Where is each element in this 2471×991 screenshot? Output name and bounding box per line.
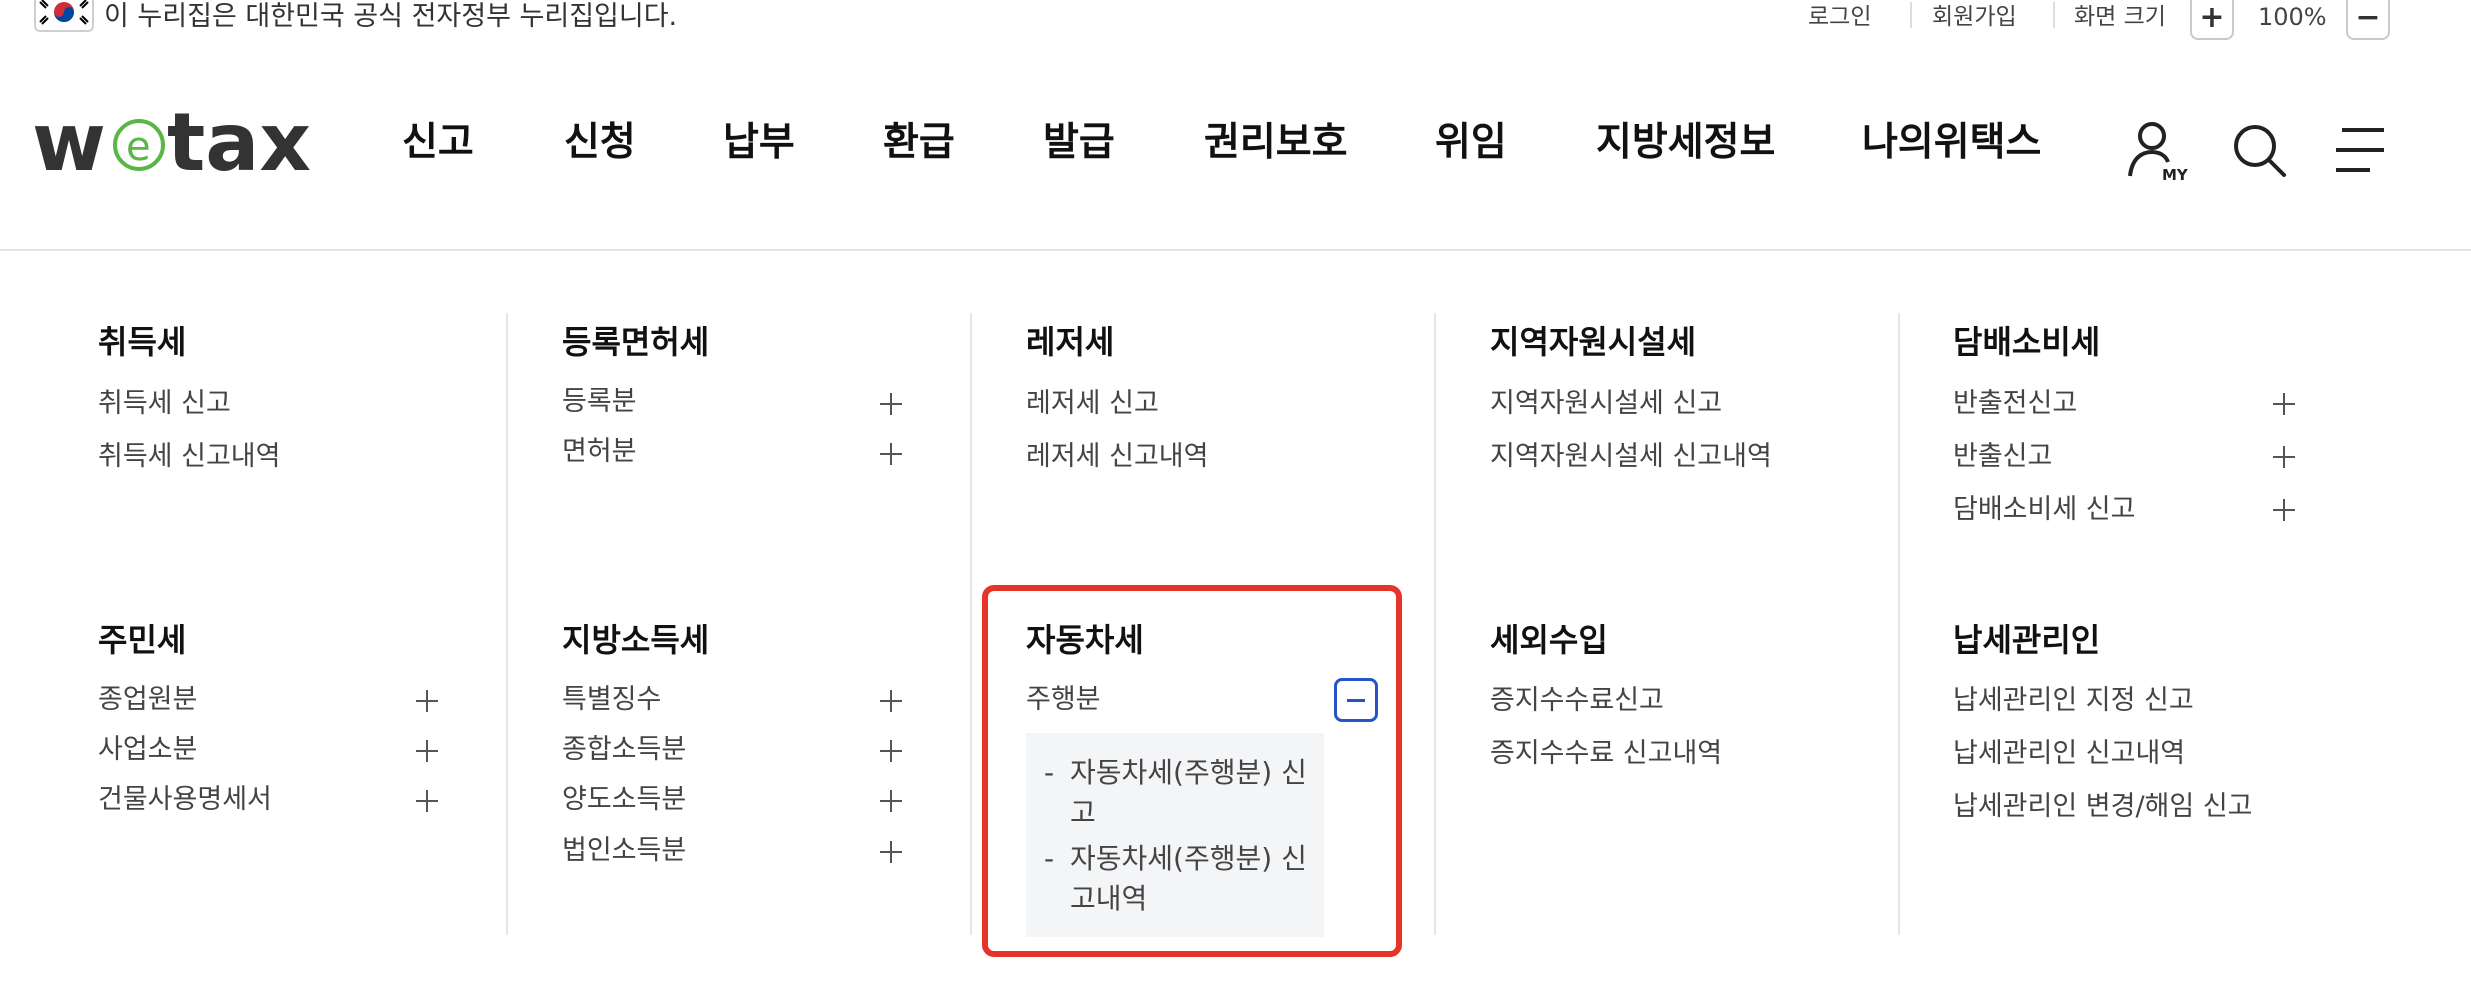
submenu-item[interactable]: - 자동차세(주행분) 신고내역	[1044, 839, 1314, 919]
nav-payment[interactable]: 납부	[723, 118, 795, 168]
nav-refund[interactable]: 환급	[883, 118, 955, 168]
login-link[interactable]: 로그인	[1808, 0, 1871, 34]
menu-item[interactable]: 법인소득분	[562, 833, 686, 869]
menu-item[interactable]: 건물사용명세서	[98, 782, 272, 818]
menu-item[interactable]: 지역자원시설세 신고내역	[1490, 439, 1772, 475]
nav-issue[interactable]: 발급	[1043, 118, 1115, 168]
expand-plus-icon[interactable]	[2273, 446, 2295, 468]
menu-item[interactable]: 지역자원시설세 신고	[1490, 386, 1722, 422]
svg-text:tax: tax	[167, 100, 311, 180]
expand-plus-icon[interactable]	[2273, 499, 2295, 521]
menu-item[interactable]: 특별징수	[562, 682, 661, 718]
menu-item[interactable]: 레저세 신고	[1026, 386, 1159, 422]
zoom-in-button[interactable]: +	[2190, 0, 2234, 40]
column-divider	[506, 313, 508, 935]
section-title-non-tax-revenue[interactable]: 세외수입	[1490, 618, 1608, 662]
expand-plus-icon[interactable]	[416, 790, 438, 812]
column-divider	[1434, 313, 1436, 935]
menu-item[interactable]: 취득세 신고	[98, 386, 231, 422]
expand-plus-icon[interactable]	[880, 690, 902, 712]
expand-plus-icon[interactable]	[2273, 393, 2295, 415]
section-title-regional-resource-tax[interactable]: 지역자원시설세	[1490, 320, 1696, 364]
column-divider	[970, 313, 972, 935]
expand-plus-icon[interactable]	[880, 393, 902, 415]
zoom-level: 100%	[2258, 3, 2327, 31]
column-divider	[1898, 313, 1900, 935]
menu-item[interactable]: 취득세 신고내역	[98, 439, 280, 475]
divider	[1910, 2, 1912, 28]
my-page-icon[interactable]: MY	[2124, 118, 2189, 184]
section-title-acquisition-tax[interactable]: 취득세	[98, 320, 186, 364]
svg-text:w: w	[32, 100, 106, 180]
submenu-item[interactable]: - 자동차세(주행분) 신고	[1044, 753, 1314, 833]
section-title-resident-tax[interactable]: 주민세	[98, 618, 186, 662]
menu-icon[interactable]	[2330, 118, 2394, 182]
top-utility-bar: 이 누리집은 대한민국 공식 전자정부 누리집입니다. 로그인 회원가입 화면 …	[0, 0, 2471, 42]
dash-bullet: -	[1044, 842, 1055, 875]
dash-bullet: -	[1044, 756, 1055, 789]
menu-item[interactable]: 종합소득분	[562, 732, 686, 768]
divider	[2053, 2, 2055, 28]
expand-plus-icon[interactable]	[416, 690, 438, 712]
section-title-tobacco-tax[interactable]: 담배소비세	[1953, 320, 2100, 364]
font-size-label: 화면 크기	[2074, 4, 2166, 30]
nav-rights[interactable]: 권리보호	[1204, 118, 1348, 168]
section-title-leisure-tax[interactable]: 레저세	[1026, 320, 1114, 364]
section-title-tax-agent[interactable]: 납세관리인	[1953, 618, 2100, 662]
section-title-registration-license-tax[interactable]: 등록면허세	[562, 320, 709, 364]
section-title-vehicle-tax[interactable]: 자동차세	[1026, 618, 1144, 662]
korea-flag-icon	[34, 0, 94, 32]
section-title-local-income-tax[interactable]: 지방소득세	[562, 618, 709, 662]
collapse-minus-button[interactable]	[1334, 678, 1378, 722]
menu-item[interactable]: 증지수수료 신고내역	[1490, 736, 1722, 772]
signup-link[interactable]: 회원가입	[1932, 0, 2017, 34]
menu-item[interactable]: 납세관리인 신고내역	[1953, 736, 2185, 772]
zoom-out-button[interactable]: −	[2346, 0, 2390, 40]
menu-item-mileage[interactable]: 주행분	[1026, 682, 1101, 718]
header-divider	[0, 249, 2471, 251]
menu-item[interactable]: 종업원분	[98, 682, 197, 718]
expand-plus-icon[interactable]	[880, 443, 902, 465]
menu-item[interactable]: 반출신고	[1953, 439, 2052, 475]
expand-plus-icon[interactable]	[880, 841, 902, 863]
nav-my-wetax[interactable]: 나의위택스	[1862, 118, 2041, 168]
gov-notice-text[interactable]: 이 누리집은 대한민국 공식 전자정부 누리집입니다.	[104, 0, 677, 34]
menu-item[interactable]: 반출전신고	[1953, 386, 2077, 422]
menu-item[interactable]: 양도소득분	[562, 782, 686, 818]
nav-delegation[interactable]: 위임	[1435, 118, 1507, 168]
nav-apply[interactable]: 신청	[564, 118, 636, 168]
svg-text:e: e	[126, 124, 151, 170]
menu-item[interactable]: 등록분	[562, 384, 637, 420]
expand-plus-icon[interactable]	[880, 790, 902, 812]
expand-plus-icon[interactable]	[416, 740, 438, 762]
search-icon[interactable]	[2228, 118, 2292, 182]
menu-item[interactable]: 증지수수료신고	[1490, 683, 1664, 719]
menu-item[interactable]: 사업소분	[98, 732, 197, 768]
menu-item[interactable]: 담배소비세 신고	[1953, 492, 2135, 528]
nav-local-tax-info[interactable]: 지방세정보	[1596, 118, 1775, 168]
expanded-submenu: - 자동차세(주행분) 신고 - 자동차세(주행분) 신고내역	[1026, 733, 1324, 937]
menu-item[interactable]: 납세관리인 변경/해임 신고	[1953, 789, 2253, 825]
menu-item[interactable]: 레저세 신고내역	[1026, 439, 1208, 475]
nav-report[interactable]: 신고	[402, 118, 474, 168]
expand-plus-icon[interactable]	[880, 740, 902, 762]
wetax-logo[interactable]: w e tax	[32, 96, 312, 189]
my-label: MY	[2162, 166, 2188, 182]
menu-item[interactable]: 면허분	[562, 434, 637, 470]
menu-item[interactable]: 납세관리인 지정 신고	[1953, 683, 2194, 719]
